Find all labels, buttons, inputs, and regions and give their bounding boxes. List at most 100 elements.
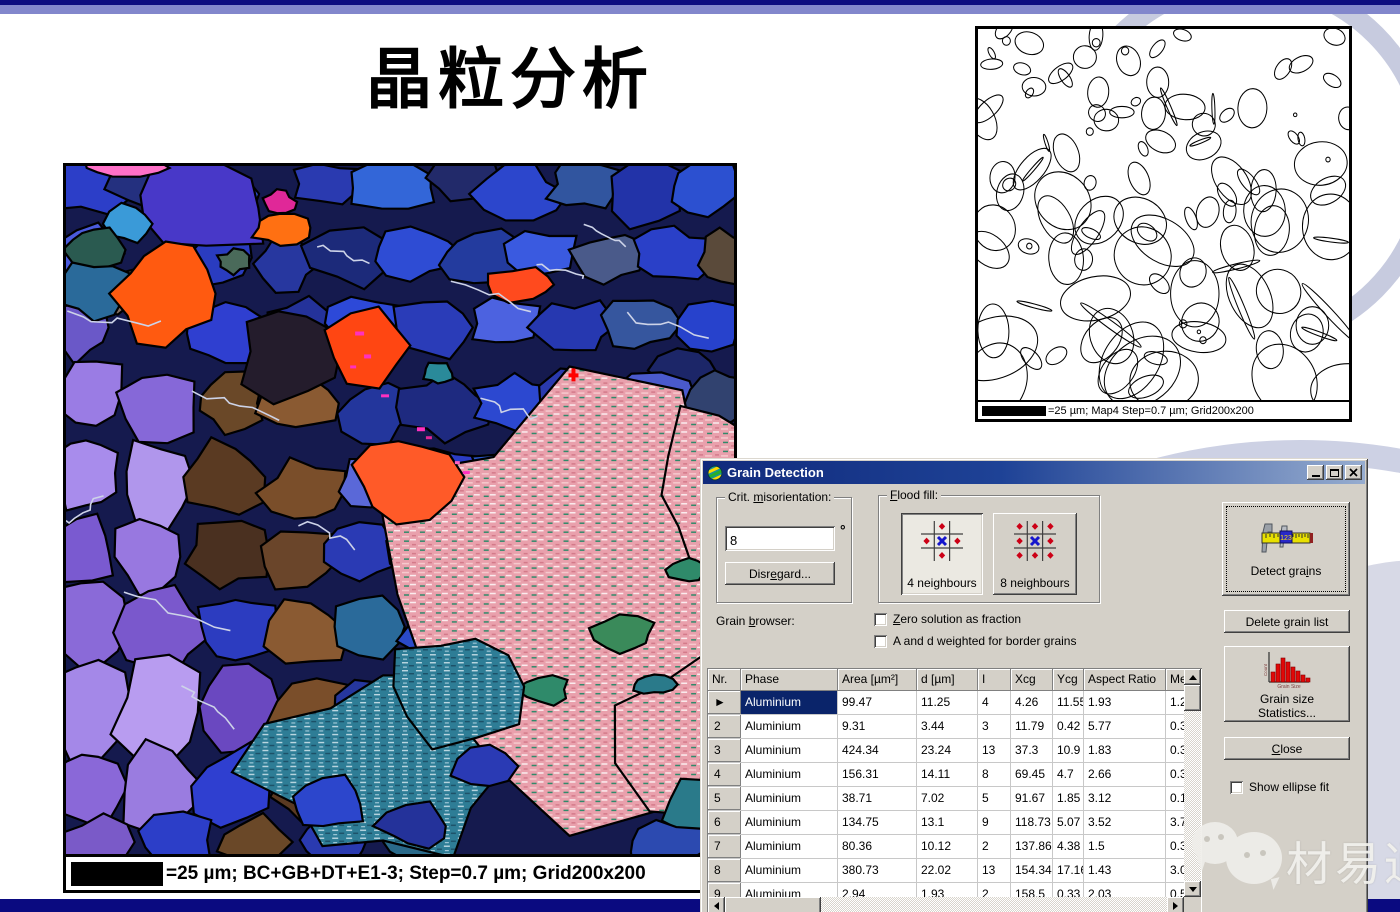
column-header-me[interactable]: Me [1166, 669, 1184, 691]
table-cell[interactable]: 1.93 [1084, 691, 1166, 715]
table-cell[interactable]: 3 [978, 715, 1011, 739]
table-row[interactable]: 9Aluminium2.941.932158.50.332.030.5 [708, 883, 1184, 897]
table-cell[interactable]: Aluminium [741, 859, 838, 883]
column-header-d-m-[interactable]: d [µm] [917, 669, 978, 691]
delete-grain-list-button[interactable]: Delete grain list [1224, 610, 1350, 633]
table-cell[interactable]: 0.35 [1166, 835, 1184, 859]
table-cell[interactable]: Aluminium [741, 739, 838, 763]
table-row[interactable]: 3Aluminium424.3423.241337.310.91.830.35 [708, 739, 1184, 763]
table-row[interactable]: ►Aluminium99.4711.2544.2611.551.931.28 [708, 691, 1184, 715]
table-cell[interactable]: 0.42 [1053, 715, 1084, 739]
table-cell[interactable]: 37.3 [1011, 739, 1053, 763]
table-cell[interactable]: 91.67 [1011, 787, 1053, 811]
table-cell[interactable]: 6 [708, 811, 741, 835]
table-cell[interactable]: 2 [978, 835, 1011, 859]
table-cell[interactable]: 69.45 [1011, 763, 1053, 787]
table-cell[interactable]: 11.55 [1053, 691, 1084, 715]
show-ellipse-fit-checkbox[interactable]: Show ellipse fit [1230, 780, 1329, 794]
table-cell[interactable]: 13 [978, 739, 1011, 763]
table-cell[interactable]: 1.85 [1053, 787, 1084, 811]
weighted-border-checkbox[interactable]: A and d weighted for border grains [874, 634, 1076, 648]
table-row[interactable]: 8Aluminium380.7322.0213154.3417.161.433.… [708, 859, 1184, 883]
disregard-button[interactable]: Disregard... [725, 562, 835, 585]
table-cell[interactable]: 0.33 [1166, 763, 1184, 787]
table-cell[interactable]: 2 [978, 883, 1011, 897]
table-cell[interactable]: 4.7 [1053, 763, 1084, 787]
zero-solution-checkbox[interactable]: Zero solution as fraction [874, 612, 1021, 626]
table-cell[interactable]: 4 [708, 763, 741, 787]
table-cell[interactable]: 14.11 [917, 763, 978, 787]
table-cell[interactable]: 154.34 [1011, 859, 1053, 883]
column-header-i[interactable]: I [978, 669, 1011, 691]
table-cell[interactable]: 0.33 [1053, 883, 1084, 897]
detect-grains-button[interactable]: 123 Detect grains [1222, 502, 1350, 596]
table-cell[interactable]: 1.93 [917, 883, 978, 897]
table-cell[interactable]: 8 [708, 859, 741, 883]
table-cell[interactable]: 1.43 [1084, 859, 1166, 883]
table-cell[interactable]: 3.12 [1084, 787, 1166, 811]
column-header-aspect-ratio[interactable]: Aspect Ratio [1084, 669, 1166, 691]
table-cell[interactable]: 80.36 [838, 835, 917, 859]
table-cell[interactable]: 158.5 [1011, 883, 1053, 897]
table-cell[interactable]: 22.02 [917, 859, 978, 883]
column-header-nr-[interactable]: Nr. [708, 669, 741, 691]
horizontal-scrollbar[interactable] [708, 897, 1184, 912]
column-header-area-m-[interactable]: Area [µm²] [838, 669, 917, 691]
table-cell[interactable]: 380.73 [838, 859, 917, 883]
table-cell[interactable]: 1.83 [1084, 739, 1166, 763]
table-cell[interactable]: Aluminium [741, 787, 838, 811]
table-cell[interactable]: Aluminium [741, 811, 838, 835]
table-cell[interactable]: 9 [708, 883, 741, 897]
table-cell[interactable]: 3.52 [1084, 811, 1166, 835]
table-row[interactable]: 6Aluminium134.7513.19118.735.073.523.76 [708, 811, 1184, 835]
horizontal-scroll-thumb[interactable] [725, 897, 821, 912]
close-window-button[interactable] [1345, 465, 1362, 480]
table-cell[interactable]: 38.71 [838, 787, 917, 811]
table-cell[interactable]: 1.5 [1084, 835, 1166, 859]
scroll-right-button[interactable] [1167, 897, 1184, 912]
table-cell[interactable]: 10.12 [917, 835, 978, 859]
vertical-scroll-thumb[interactable] [1184, 685, 1201, 711]
table-cell[interactable]: 118.73 [1011, 811, 1053, 835]
table-cell[interactable]: 13 [978, 859, 1011, 883]
table-cell[interactable]: Aluminium [741, 883, 838, 897]
table-cell[interactable]: 9.31 [838, 715, 917, 739]
table-cell[interactable]: 8 [978, 763, 1011, 787]
table-cell[interactable]: 1.28 [1166, 691, 1184, 715]
table-cell[interactable]: 2.03 [1084, 883, 1166, 897]
table-row[interactable]: 7Aluminium80.3610.122137.864.381.50.35 [708, 835, 1184, 859]
column-header-ycg[interactable]: Ycg [1053, 669, 1084, 691]
table-cell[interactable]: 424.34 [838, 739, 917, 763]
minimize-button[interactable] [1307, 465, 1324, 480]
grain-size-statistics-button[interactable]: Grain Size Count Grain size Statistics..… [1224, 646, 1350, 722]
table-cell[interactable]: 2.94 [838, 883, 917, 897]
table-cell[interactable]: 5.77 [1084, 715, 1166, 739]
table-cell[interactable]: ► [708, 691, 741, 715]
scroll-left-button[interactable] [708, 897, 725, 912]
table-cell[interactable]: 137.86 [1011, 835, 1053, 859]
table-row[interactable]: 4Aluminium156.3114.11869.454.72.660.33 [708, 763, 1184, 787]
table-cell[interactable]: 3 [708, 739, 741, 763]
table-cell[interactable]: 23.24 [917, 739, 978, 763]
table-cell[interactable]: 4.26 [1011, 691, 1053, 715]
table-cell[interactable]: Aluminium [741, 835, 838, 859]
table-row[interactable]: 2Aluminium9.313.44311.790.425.770.37 [708, 715, 1184, 739]
table-cell[interactable]: 10.9 [1053, 739, 1084, 763]
table-cell[interactable]: 3.76 [1166, 811, 1184, 835]
table-cell[interactable]: 0.15 [1166, 787, 1184, 811]
column-header-phase[interactable]: Phase [741, 669, 838, 691]
table-cell[interactable]: 13.1 [917, 811, 978, 835]
table-cell[interactable]: 5.07 [1053, 811, 1084, 835]
table-cell[interactable]: 9 [978, 811, 1011, 835]
table-cell[interactable]: 134.75 [838, 811, 917, 835]
maximize-button[interactable] [1326, 465, 1343, 480]
table-cell[interactable]: 0.5 [1166, 883, 1184, 897]
eight-neighbours-button[interactable]: 8 neighbours [993, 513, 1077, 595]
table-cell[interactable]: 156.31 [838, 763, 917, 787]
table-cell[interactable]: Aluminium [741, 715, 838, 739]
table-cell[interactable]: 4 [978, 691, 1011, 715]
table-row[interactable]: 5Aluminium38.717.02591.671.853.120.15 [708, 787, 1184, 811]
dialog-titlebar[interactable]: Grain Detection [703, 461, 1365, 484]
table-cell[interactable]: 5 [708, 787, 741, 811]
table-cell[interactable]: 17.16 [1053, 859, 1084, 883]
